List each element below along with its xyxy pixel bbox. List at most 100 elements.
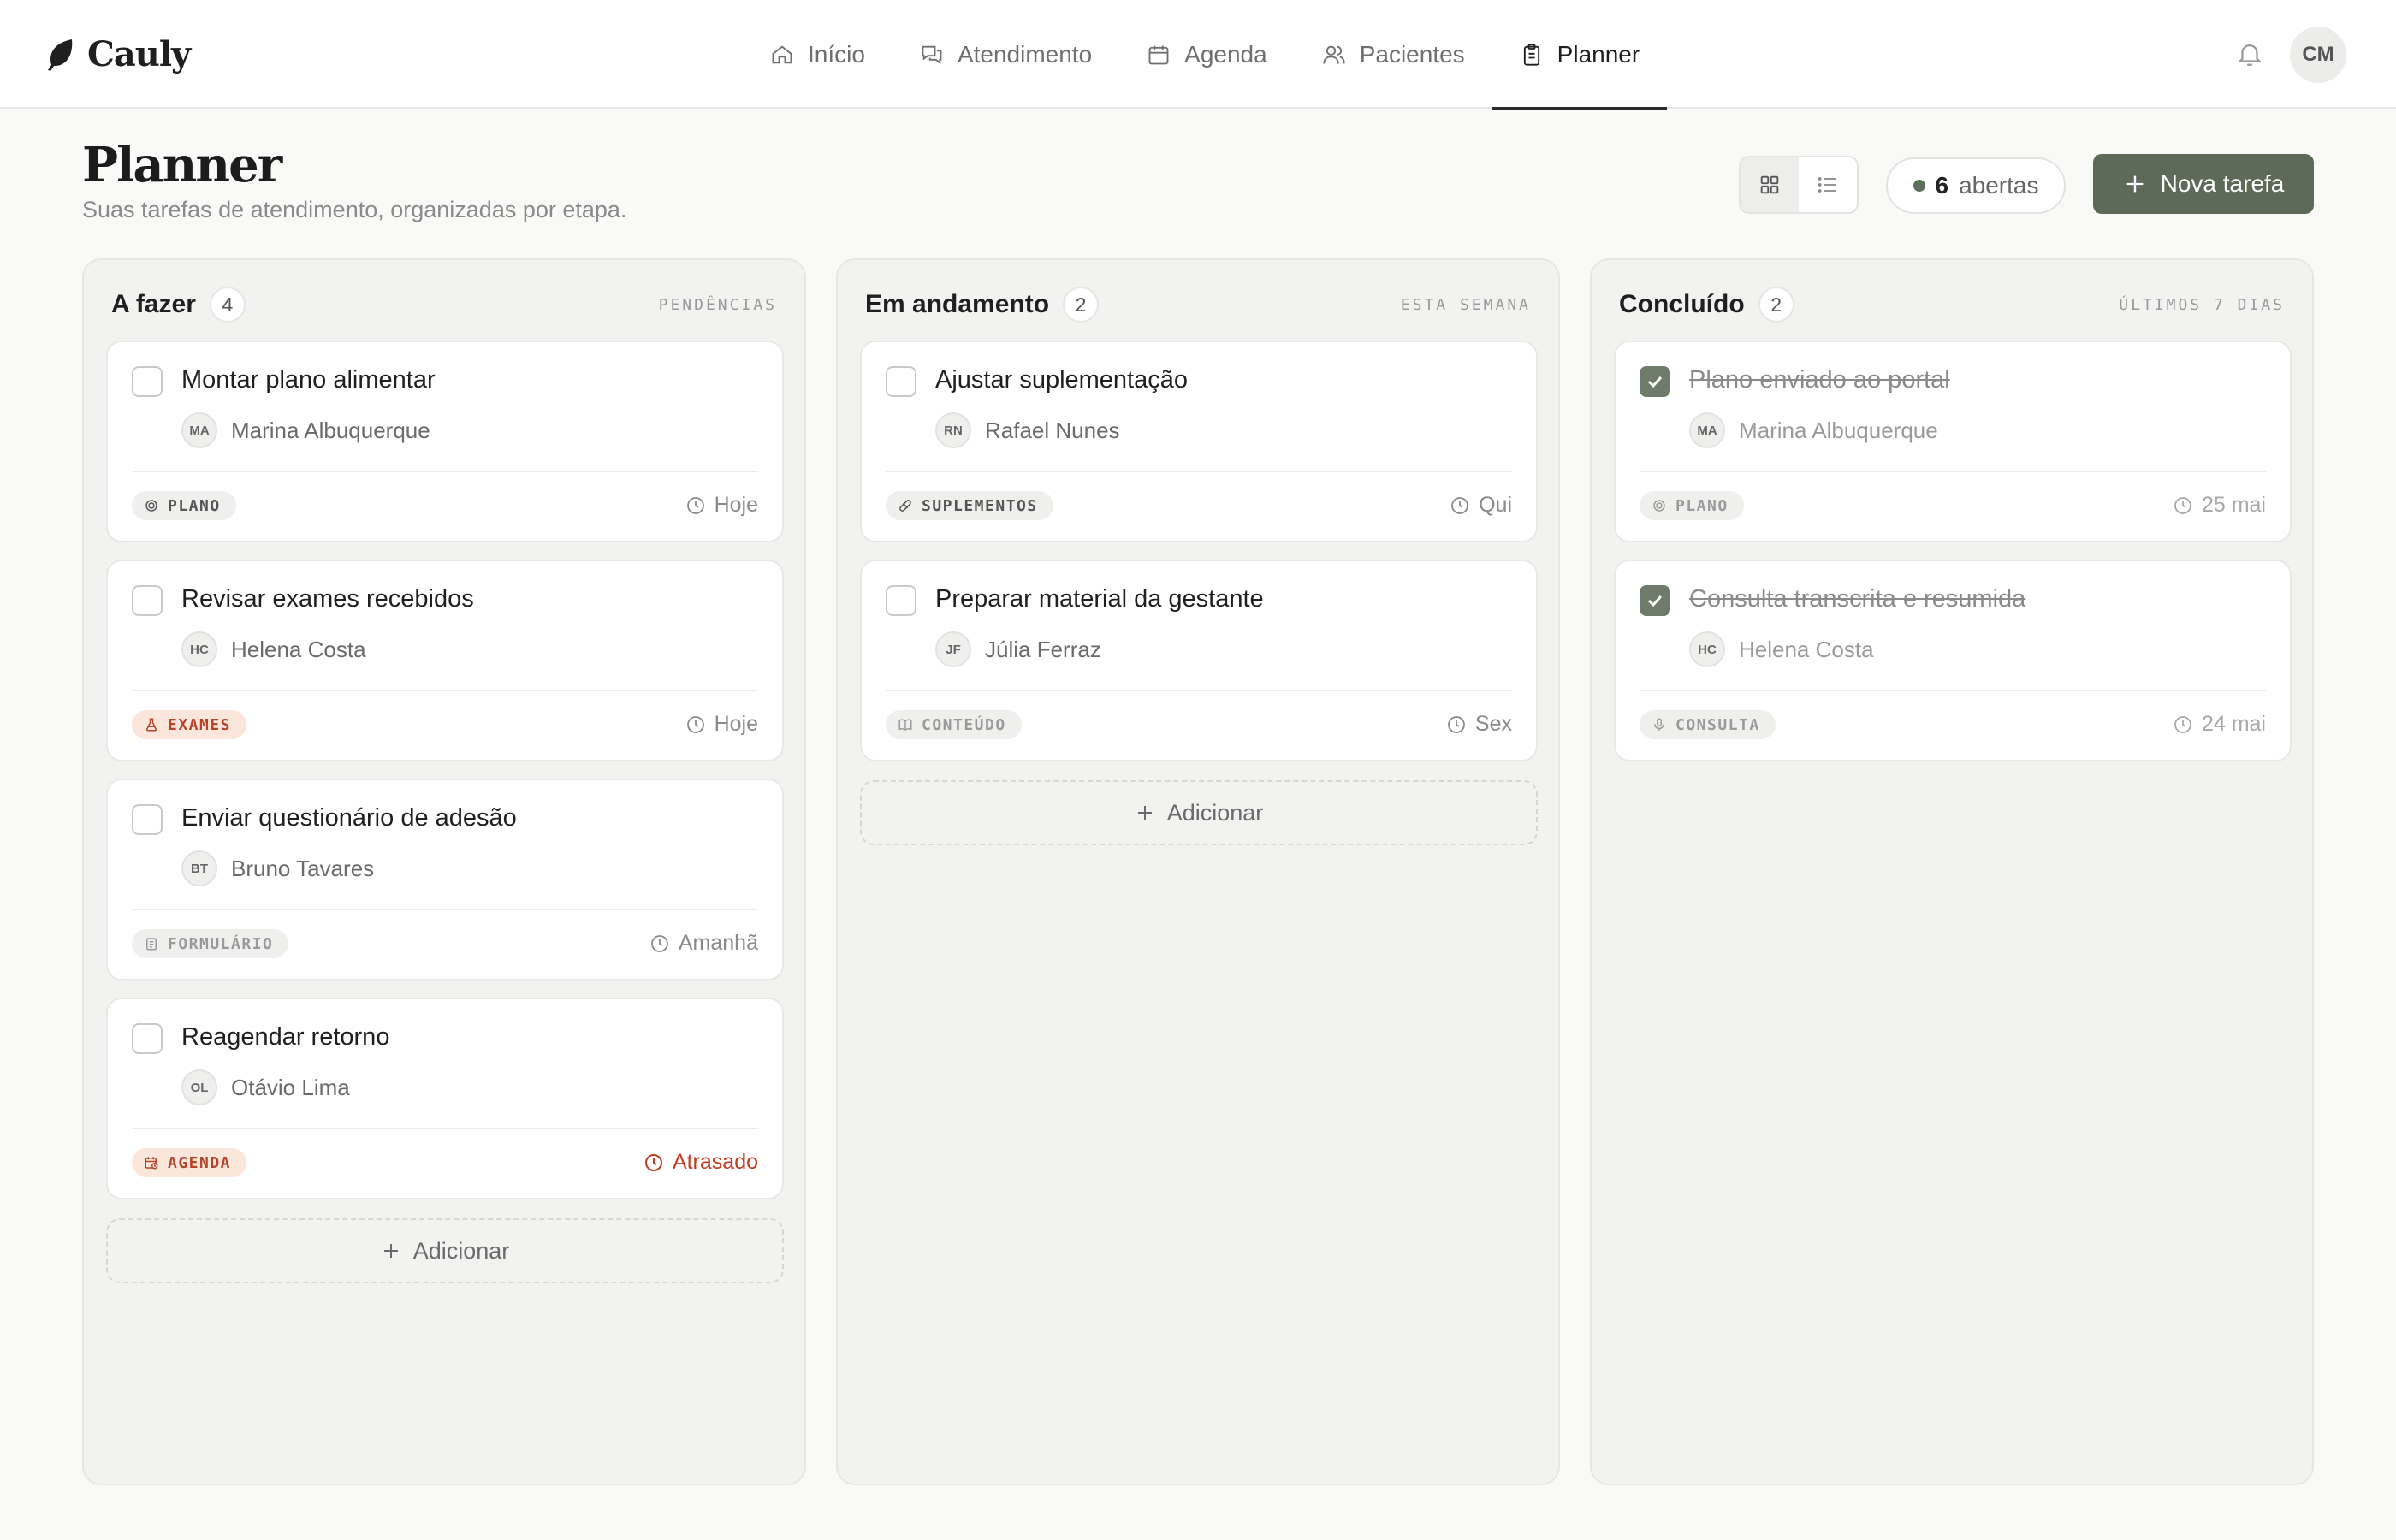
divider xyxy=(132,471,758,472)
task-due: Qui xyxy=(1450,493,1512,518)
column-meta: ESTA SEMANA xyxy=(1400,295,1531,314)
clock-icon xyxy=(650,934,668,952)
due-label: Qui xyxy=(1479,493,1512,517)
home-icon xyxy=(772,44,792,63)
patient-name: Helena Costa xyxy=(231,636,366,662)
task-patient: MA Marina Albuquerque xyxy=(181,412,430,448)
task-due: Hoje xyxy=(685,712,758,737)
column-header: A fazer 4 PENDÊNCIAS xyxy=(111,287,777,323)
column-a-fazer: A fazer 4 PENDÊNCIAS Montar plano alimen… xyxy=(82,258,806,1485)
column-count: 2 xyxy=(1758,287,1794,323)
clock-icon xyxy=(2174,496,2191,514)
main-nav: Início Atendimento Agenda Pacientes Plan… xyxy=(743,0,1668,110)
task-checkbox[interactable] xyxy=(132,804,163,835)
column-header: Concluído 2 ÚLTIMOS 7 DIAS xyxy=(1619,287,2285,323)
page-title: Planner xyxy=(82,137,282,193)
top-navbar: Cauly Início Atendimento Agenda Paciente… xyxy=(0,0,2396,110)
patient-avatar: HC xyxy=(181,631,217,667)
book-icon xyxy=(898,719,912,731)
plus-icon xyxy=(2126,175,2143,192)
column-meta: PENDÊNCIAS xyxy=(658,295,777,314)
logo[interactable]: Cauly xyxy=(46,34,191,74)
grid-view-button[interactable] xyxy=(1741,157,1799,212)
task-card[interactable]: Revisar exames recebidos HC Helena Costa… xyxy=(106,560,784,761)
task-checkbox[interactable] xyxy=(1640,585,1670,616)
patient-avatar: MA xyxy=(181,412,217,448)
list-view-button[interactable] xyxy=(1799,157,1857,212)
patient-avatar: OL xyxy=(181,1069,217,1105)
task-due: Hoje xyxy=(685,493,758,518)
due-label: Hoje xyxy=(714,493,758,517)
task-card[interactable]: Enviar questionário de adesão BT Bruno T… xyxy=(106,779,784,980)
task-patient: JF Júlia Ferraz xyxy=(935,631,1101,667)
task-checkbox[interactable] xyxy=(886,585,916,616)
patient-name: Otávio Lima xyxy=(231,1074,350,1100)
task-checkbox[interactable] xyxy=(132,585,163,616)
clock-icon xyxy=(686,715,704,733)
task-card[interactable]: Plano enviado ao portal MA Marina Albuqu… xyxy=(1614,341,2292,542)
task-card[interactable]: Ajustar suplementação RN Rafael Nunes SU… xyxy=(860,341,1538,542)
add-label: Adicionar xyxy=(1166,799,1264,826)
task-checkbox[interactable] xyxy=(1640,366,1670,397)
column-em-andamento: Em andamento 2 ESTA SEMANA Ajustar suple… xyxy=(836,258,1560,1485)
open-count: 6 xyxy=(1935,172,1949,198)
add-label: Adicionar xyxy=(412,1237,510,1264)
task-title: Ajustar suplementação xyxy=(935,366,1188,394)
task-card[interactable]: Reagendar retorno OL Otávio Lima AGENDA … xyxy=(106,998,784,1199)
nav-item-pacientes[interactable]: Pacientes xyxy=(1295,0,1492,109)
task-tag: PLANO xyxy=(1640,491,1744,520)
mic-icon xyxy=(1654,718,1664,731)
page-subtitle: Suas tarefas de atendimento, organizadas… xyxy=(82,197,627,222)
new-task-button[interactable]: Nova tarefa xyxy=(2093,154,2314,214)
plate-icon xyxy=(1653,500,1665,512)
task-patient: RN Rafael Nunes xyxy=(935,412,1120,448)
task-checkbox[interactable] xyxy=(132,366,163,397)
task-title: Revisar exames recebidos xyxy=(181,585,474,613)
clock-icon xyxy=(1448,715,1465,733)
nav-label: Pacientes xyxy=(1359,40,1465,68)
task-tag: AGENDA xyxy=(132,1148,247,1177)
brand-name: Cauly xyxy=(87,34,191,74)
status-dot xyxy=(1913,180,1925,192)
task-checkbox[interactable] xyxy=(132,1023,163,1054)
due-label: Hoje xyxy=(714,712,758,736)
patient-avatar: BT xyxy=(181,850,217,886)
task-card[interactable]: Consulta transcrita e resumida HC Helena… xyxy=(1614,560,2292,761)
tag-label: AGENDA xyxy=(168,1153,232,1172)
add-task-button[interactable]: Adicionar xyxy=(106,1218,784,1283)
patient-name: Marina Albuquerque xyxy=(1739,417,1938,443)
bell-icon[interactable] xyxy=(2235,39,2264,68)
task-due: 25 mai xyxy=(2173,493,2266,518)
form-icon xyxy=(146,938,157,951)
nav-item-atendimento[interactable]: Atendimento xyxy=(893,0,1119,109)
task-tag: PLANO xyxy=(132,491,236,520)
divider xyxy=(886,471,1512,472)
task-checkbox[interactable] xyxy=(886,366,916,397)
patient-name: Bruno Tavares xyxy=(231,855,375,881)
nav-item-agenda[interactable]: Agenda xyxy=(1119,0,1295,109)
nav-item-planner[interactable]: Planner xyxy=(1492,0,1668,110)
nav-item-inicio[interactable]: Início xyxy=(743,0,893,109)
grid-icon xyxy=(1760,175,1779,194)
task-patient: OL Otávio Lima xyxy=(181,1069,350,1105)
column-title: Concluído xyxy=(1619,290,1745,318)
column-count: 2 xyxy=(1063,287,1100,323)
task-title: Reagendar retorno xyxy=(181,1023,390,1051)
divider xyxy=(132,909,758,910)
task-tag: FORMULÁRIO xyxy=(132,929,289,958)
task-tag: EXAMES xyxy=(132,710,247,739)
open-label: abertas xyxy=(1959,172,2039,198)
task-title: Enviar questionário de adesão xyxy=(181,804,517,832)
tag-label: SUPLEMENTOS xyxy=(922,496,1038,515)
task-due: Atrasado xyxy=(643,1150,758,1175)
nav-label: Agenda xyxy=(1184,40,1267,68)
task-card[interactable]: Preparar material da gestante JF Júlia F… xyxy=(860,560,1538,761)
task-card[interactable]: Montar plano alimentar MA Marina Albuque… xyxy=(106,341,784,542)
task-title: Plano enviado ao portal xyxy=(1689,366,1950,394)
open-tasks-badge: 6 abertas xyxy=(1886,157,2066,214)
add-task-button[interactable]: Adicionar xyxy=(860,780,1538,845)
task-due: Amanhã xyxy=(649,931,758,956)
user-avatar[interactable]: CM xyxy=(2290,27,2346,83)
check-icon xyxy=(1647,595,1663,607)
column-title: Em andamento xyxy=(865,290,1050,318)
